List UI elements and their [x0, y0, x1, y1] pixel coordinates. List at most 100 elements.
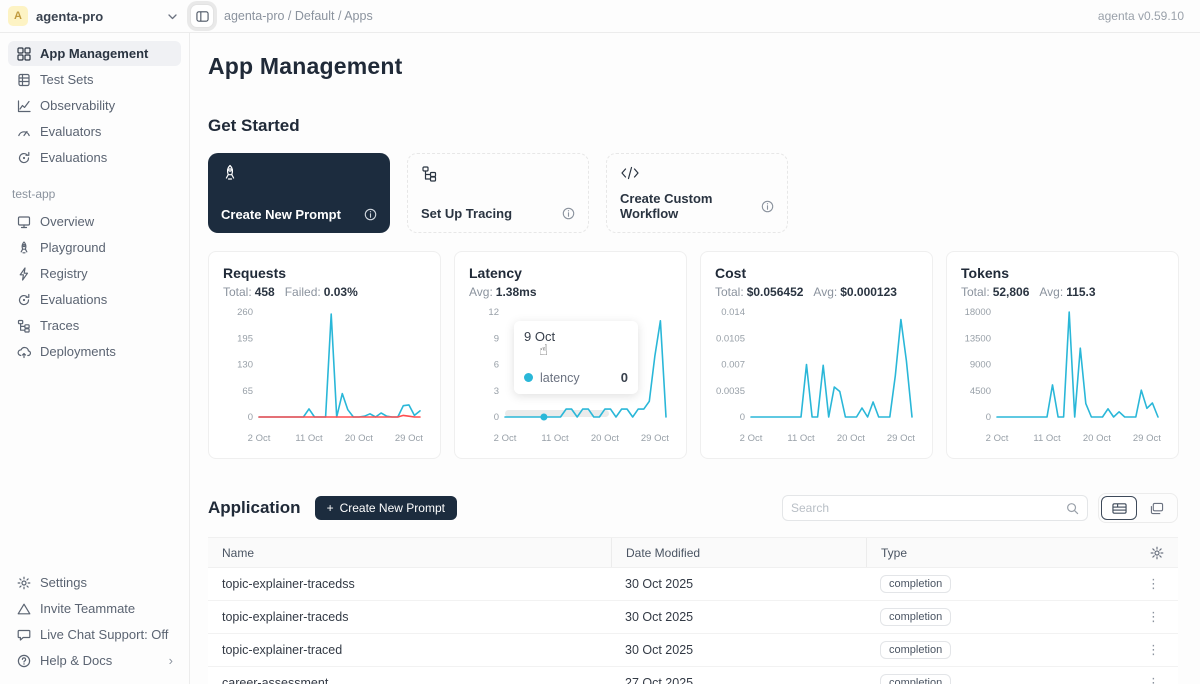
top-bar: A agenta-pro agenta-pro / Default / Apps…: [0, 0, 1200, 33]
workspace-selector[interactable]: A agenta-pro: [0, 6, 190, 26]
cost-chart-stats: Total:$0.056452Avg:$0.000123: [715, 285, 918, 299]
sidebar-item-settings[interactable]: Settings: [8, 570, 181, 595]
svg-text:0: 0: [494, 412, 499, 423]
stat: Avg:$0.000123: [813, 285, 897, 299]
row-menu-button[interactable]: ⋮: [1147, 675, 1160, 684]
app-date-modified: 27 Oct 2025: [611, 676, 866, 684]
app-date-modified: 30 Oct 2025: [611, 577, 866, 591]
get-started-cards: Create New Prompt Set Up Tracing Create Cu…: [208, 153, 1178, 233]
table-body: topic-explainer-tracedss30 Oct 2025compl…: [208, 568, 1178, 684]
app-type-cell: completion: [866, 641, 1128, 659]
table-row[interactable]: topic-explainer-tracedss30 Oct 2025compl…: [208, 568, 1178, 601]
sidebar-item-app-management[interactable]: App Management: [8, 41, 181, 66]
registry-icon: [16, 266, 31, 281]
app-type-cell: completion: [866, 575, 1128, 593]
svg-text:11 Oct: 11 Oct: [295, 433, 323, 444]
gear-icon[interactable]: [1150, 546, 1164, 560]
info-icon[interactable]: [364, 208, 377, 221]
sidebar-item-registry[interactable]: Registry: [8, 261, 181, 286]
svg-text:2 Oct: 2 Oct: [740, 433, 763, 444]
sidebar-item-deployments[interactable]: Deployments: [8, 339, 181, 364]
table-view-button[interactable]: [1101, 496, 1137, 520]
info-icon[interactable]: [761, 200, 774, 213]
row-menu-button[interactable]: ⋮: [1147, 642, 1160, 658]
sidebar-item-evaluations[interactable]: Evaluations: [8, 145, 181, 170]
tokens-chart-plot[interactable]: 18000135009000450002 Oct11 Oct20 Oct29 O…: [961, 299, 1165, 449]
svg-text:20 Oct: 20 Oct: [345, 433, 373, 444]
sidebar-item-traces[interactable]: Traces: [8, 313, 181, 338]
sidebar-item-invite-teammate[interactable]: Invite Teammate: [8, 596, 181, 621]
search-icon[interactable]: [1066, 502, 1079, 515]
table-row[interactable]: topic-explainer-traced30 Oct 2025complet…: [208, 634, 1178, 667]
evaluators-icon: [16, 124, 31, 139]
sidebar-item-label: Test Sets: [40, 72, 93, 87]
sidebar-item-evaluators[interactable]: Evaluators: [8, 119, 181, 144]
column-header-date-modified[interactable]: Date Modified: [611, 538, 866, 567]
overview-icon: [16, 214, 31, 229]
svg-text:20 Oct: 20 Oct: [837, 433, 865, 444]
type-badge: completion: [880, 674, 951, 684]
column-header-name[interactable]: Name: [208, 538, 611, 567]
row-menu-button[interactable]: ⋮: [1147, 609, 1160, 625]
sidebar-item-label: App Management: [40, 46, 148, 61]
breadcrumb[interactable]: agenta-pro / Default / Apps: [224, 9, 373, 23]
sidebar-item-overview[interactable]: Overview: [8, 209, 181, 234]
cost-chart-plot[interactable]: 0.0140.01050.0070.003502 Oct11 Oct20 Oct…: [715, 299, 919, 449]
svg-text:260: 260: [237, 307, 253, 318]
card-view-icon: [1150, 502, 1164, 515]
tracing-icon: [421, 165, 575, 183]
sidebar-toggle-button[interactable]: [190, 4, 214, 28]
svg-text:130: 130: [237, 360, 253, 371]
tokens-chart-title: Tokens: [961, 265, 1164, 281]
sidebar-item-live-chat-support-off[interactable]: Live Chat Support: Off: [8, 622, 181, 647]
svg-text:12: 12: [488, 307, 499, 318]
table-row[interactable]: career-assessment27 Oct 2025 completion ⋮: [208, 667, 1178, 684]
application-title: Application: [208, 498, 301, 518]
table-settings-cell: [1128, 538, 1178, 567]
sidebar-app-nav: Overview Playground RegistryEvaluationsTra…: [8, 209, 181, 365]
svg-text:2 Oct: 2 Oct: [986, 433, 1009, 444]
requests-chart-card: RequestsTotal:458Failed:0.03%26019513065…: [208, 251, 441, 459]
workspace-name: agenta-pro: [36, 9, 159, 24]
card-label: Set Up Tracing: [421, 206, 512, 221]
chevron-down-icon: [167, 11, 178, 22]
svg-text:0: 0: [986, 412, 991, 423]
requests-chart-plot[interactable]: 2601951306502 Oct11 Oct20 Oct29 Oct: [223, 299, 427, 449]
column-header-type[interactable]: Type: [866, 538, 1128, 567]
svg-text:2 Oct: 2 Oct: [494, 433, 517, 444]
metrics-charts-row: 9 Oct latency 0 ☝ RequestsTotal:458Faile…: [208, 251, 1178, 459]
table-row[interactable]: topic-explainer-traceds30 Oct 2025comple…: [208, 601, 1178, 634]
create-new-prompt-button[interactable]: + Create New Prompt: [315, 496, 457, 520]
svg-text:0.014: 0.014: [721, 307, 745, 318]
playground-icon: [16, 240, 31, 255]
help-icon: [16, 653, 31, 668]
get-started-title: Get Started: [208, 116, 1178, 136]
info-icon[interactable]: [562, 207, 575, 220]
app-type-cell: completion: [866, 608, 1128, 626]
tooltip-value: 0: [621, 370, 628, 385]
sidebar-item-help-docs[interactable]: Help & Docs›: [8, 648, 181, 673]
sidebar-item-label: Playground: [40, 240, 106, 255]
get-started-card-set-up-tracing[interactable]: Set Up Tracing: [407, 153, 589, 233]
sidebar-item-playground[interactable]: Playground: [8, 235, 181, 260]
stat: Failed:0.03%: [285, 285, 358, 299]
tokens-chart-stats: Total:52,806Avg:115.3: [961, 285, 1164, 299]
svg-text:2 Oct: 2 Oct: [248, 433, 271, 444]
app-name: career-assessment: [208, 676, 611, 684]
sidebar-item-label: Evaluators: [40, 124, 101, 139]
svg-text:0.0105: 0.0105: [716, 333, 745, 344]
sidebar-item-test-sets[interactable]: Test Sets: [8, 67, 181, 92]
card-view-button[interactable]: [1139, 496, 1175, 520]
mouse-cursor: ☝: [539, 341, 548, 359]
app-date-modified: 30 Oct 2025: [611, 643, 866, 657]
app-version: agenta v0.59.10: [1098, 9, 1184, 23]
get-started-card-create-custom-workflow[interactable]: Create Custom Workflow: [606, 153, 788, 233]
svg-text:65: 65: [242, 386, 253, 397]
tokens-chart-card: TokensTotal:52,806Avg:115.31800013500900…: [946, 251, 1179, 459]
row-menu-button[interactable]: ⋮: [1147, 576, 1160, 592]
search-input[interactable]: [791, 501, 1066, 515]
get-started-card-create-new-prompt[interactable]: Create New Prompt: [208, 153, 390, 233]
sidebar-item-observability[interactable]: Observability: [8, 93, 181, 118]
sidebar-item-evaluations[interactable]: Evaluations: [8, 287, 181, 312]
applications-table: Name Date Modified Type topic-explainer-…: [208, 537, 1178, 684]
